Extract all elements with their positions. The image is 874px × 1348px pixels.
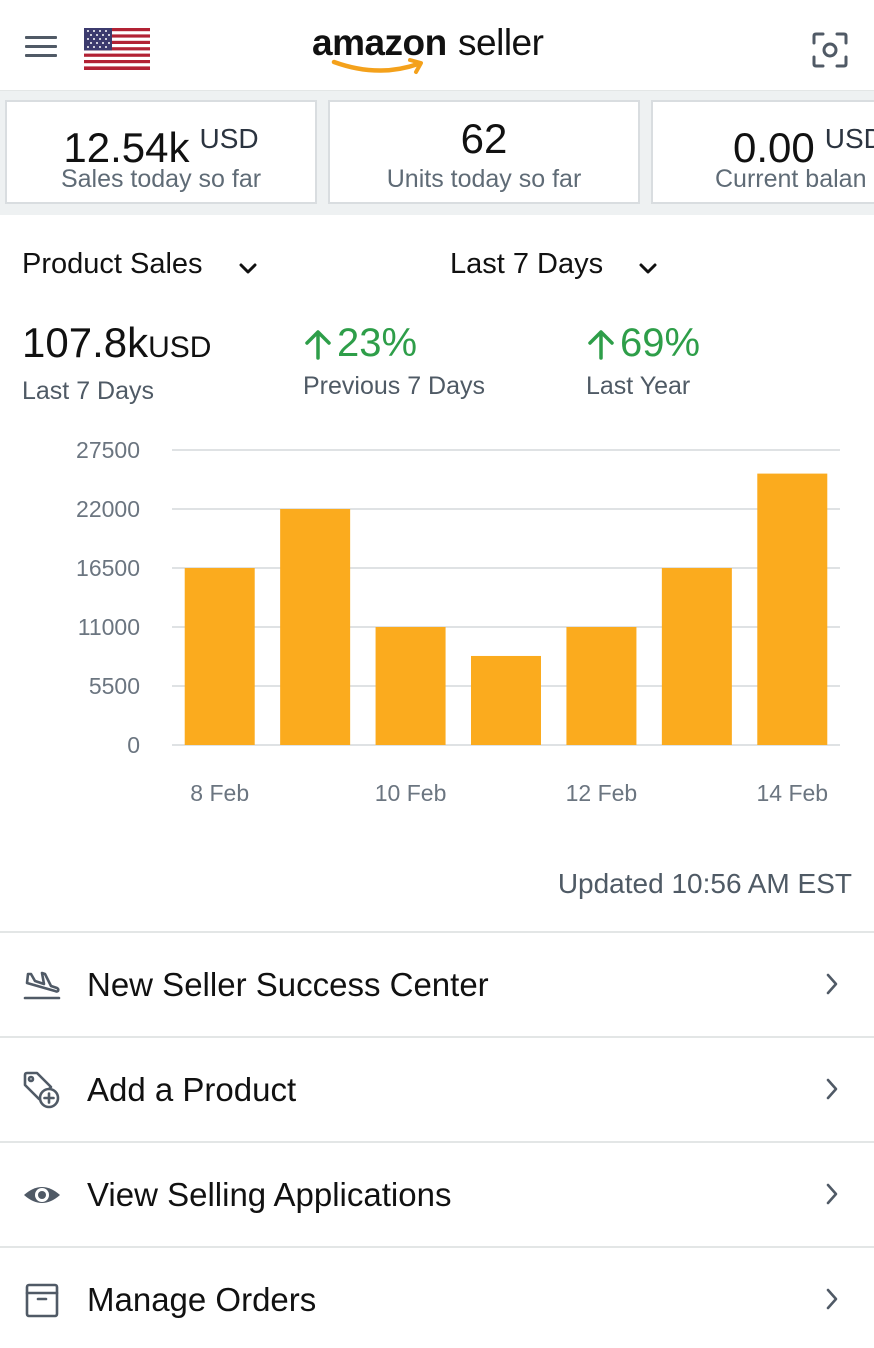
menu-item-add-a-product[interactable]: Add a Product xyxy=(0,1036,874,1141)
bar-13-feb[interactable] xyxy=(661,568,732,745)
hamburger-menu-icon[interactable] xyxy=(22,32,60,62)
sales-today-card[interactable]: 12.54k USD Sales today so far xyxy=(5,100,317,204)
last-year-stat: 69% Last Year xyxy=(586,318,700,402)
sales-today-label: Sales today so far xyxy=(60,165,262,193)
current-balance-unit: USD xyxy=(824,123,874,154)
menu-item-manage-orders[interactable]: Manage Orders xyxy=(0,1246,874,1348)
sales-today-unit: USD xyxy=(199,123,259,154)
app-root: amazon seller 12.54k USD Sales today so … xyxy=(0,0,874,1348)
chevron-down-icon xyxy=(639,263,657,273)
x-tick-label: 12 Feb xyxy=(566,780,638,806)
chevron-down-icon xyxy=(239,263,257,273)
y-tick-label: 11000 xyxy=(78,614,140,640)
chevron-right-icon xyxy=(826,1288,838,1310)
previous-period-label: Previous 7 Days xyxy=(303,372,486,400)
action-menu-list: New Seller Success Center Add a Product xyxy=(0,931,874,1348)
menu-item-label: View Selling Applications xyxy=(87,1176,452,1213)
total-sales-unit: USD xyxy=(148,331,212,364)
bar-9-feb[interactable] xyxy=(280,509,351,745)
y-tick-label: 27500 xyxy=(76,437,140,463)
date-range-dropdown[interactable]: Last 7 Days xyxy=(450,244,658,284)
metric-dropdown[interactable]: Product Sales xyxy=(22,244,258,284)
total-sales-label: Last 7 Days xyxy=(22,377,155,405)
logo-word-seller: seller xyxy=(458,22,544,63)
menu-item-label: Add a Product xyxy=(87,1071,297,1108)
y-tick-label: 22000 xyxy=(76,496,140,522)
chevron-right-icon xyxy=(826,1183,838,1205)
menu-item-label: New Seller Success Center xyxy=(87,966,489,1003)
bar-10-feb[interactable] xyxy=(375,627,446,745)
app-header: amazon seller xyxy=(0,0,874,91)
bar-12-feb[interactable] xyxy=(566,627,637,745)
metric-dropdown-label: Product Sales xyxy=(22,248,203,280)
date-range-label: Last 7 Days xyxy=(450,248,604,280)
menu-item-view-selling-applications[interactable]: View Selling Applications xyxy=(0,1141,874,1246)
previous-period-stat: 23% Previous 7 Days xyxy=(303,318,485,402)
units-today-card[interactable]: 62 Units today so far xyxy=(328,100,640,204)
metric-cards-carousel[interactable]: 12.54k USD Sales today so far 62 Units to… xyxy=(0,91,874,215)
units-today-value: 62 xyxy=(460,115,508,162)
x-tick-label: 8 Feb xyxy=(190,780,249,806)
scan-icon[interactable] xyxy=(810,30,850,70)
airplane-landing-icon xyxy=(23,971,61,1000)
chevron-right-icon xyxy=(826,1078,838,1100)
y-tick-label: 0 xyxy=(127,732,140,758)
sales-bar-chart[interactable]: 27500 22000 16500 11000 5500 0 8 Feb 10 Feb 12 F… xyxy=(0,425,874,825)
units-today-label: Units today so far xyxy=(386,165,582,193)
y-tick-label: 16500 xyxy=(76,555,140,581)
bar-14-feb[interactable] xyxy=(757,473,828,745)
us-flag-icon[interactable] xyxy=(84,28,150,70)
arrow-up-icon xyxy=(305,330,331,360)
current-balance-card[interactable]: 0.00USD Current balan xyxy=(651,100,874,204)
last-year-change: 69% xyxy=(620,321,701,365)
amazon-seller-logo: amazon seller xyxy=(312,18,562,80)
bar-8-feb[interactable] xyxy=(184,568,255,745)
previous-period-change: 23% xyxy=(337,321,418,365)
tag-add-icon xyxy=(23,1071,60,1109)
chevron-right-icon xyxy=(826,973,838,995)
last-year-label: Last Year xyxy=(586,372,691,400)
amazon-smile-icon xyxy=(331,58,423,74)
y-tick-label: 5500 xyxy=(89,673,140,699)
box-icon xyxy=(25,1283,59,1318)
bar-11-feb[interactable] xyxy=(471,655,541,745)
arrow-up-icon xyxy=(588,330,614,360)
total-sales-stat: 107.8kUSD Last 7 Days xyxy=(22,318,211,407)
x-tick-label: 14 Feb xyxy=(756,780,828,806)
updated-timestamp: Updated 10:56 AM EST xyxy=(557,868,852,899)
sales-bar-chart-svg: 27500 22000 16500 11000 5500 0 8 Feb 10 Feb 12 F… xyxy=(76,437,840,806)
current-balance-label: Current balan xyxy=(715,165,867,193)
menu-item-label: Manage Orders xyxy=(87,1281,317,1318)
menu-item-new-seller-success-center[interactable]: New Seller Success Center xyxy=(0,931,874,1036)
eye-icon xyxy=(24,1187,60,1203)
x-tick-label: 10 Feb xyxy=(375,780,447,806)
total-sales-value: 107.8k xyxy=(22,319,149,366)
